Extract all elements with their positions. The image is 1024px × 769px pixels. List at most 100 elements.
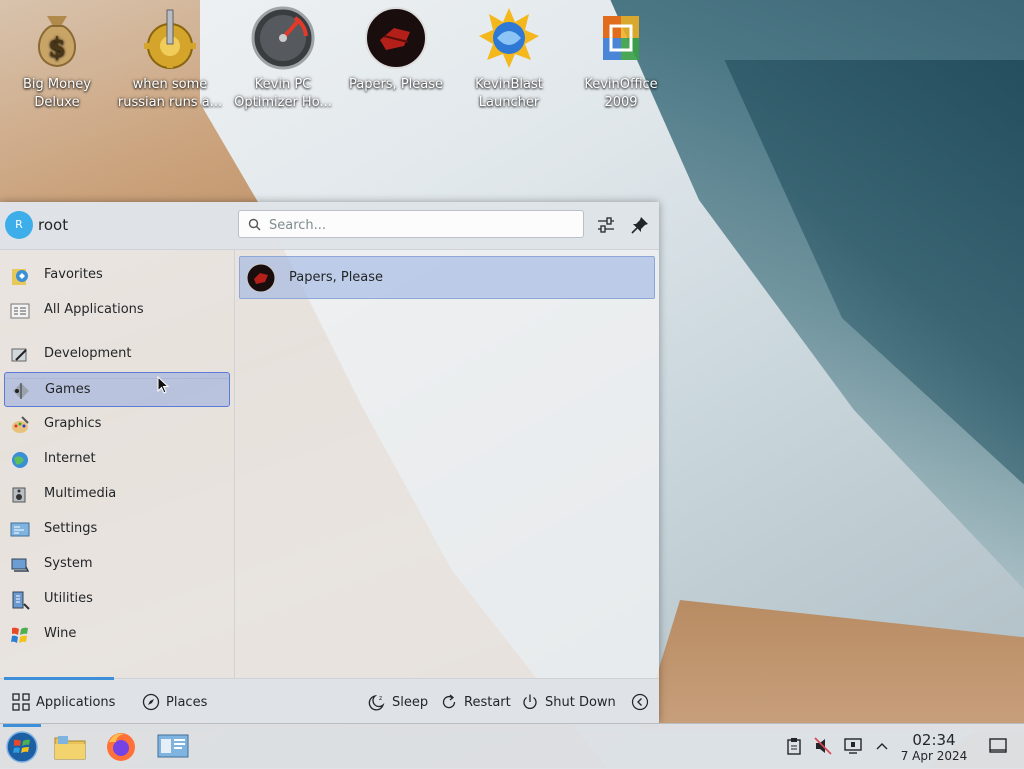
- settings-icon: [10, 522, 30, 537]
- category-multimedia[interactable]: Multimedia: [4, 477, 230, 512]
- taskbar-file-manager[interactable]: [53, 730, 87, 764]
- windows-orb-icon: [6, 731, 38, 763]
- desktop-icon-papers-please[interactable]: Papers, Please: [341, 6, 451, 94]
- username: root: [38, 216, 69, 234]
- desktop-icon-russian[interactable]: when some russian runs a...: [115, 6, 225, 112]
- result-label: Papers, Please: [289, 270, 384, 285]
- folder-icon: [54, 736, 86, 760]
- volume-muted-icon: [814, 737, 832, 755]
- svg-text:$: $: [48, 33, 66, 63]
- show-desktop-icon: [989, 738, 1007, 753]
- category-label: Wine: [44, 626, 77, 641]
- games-icon: [13, 383, 29, 399]
- search-icon: [248, 218, 261, 231]
- category-label: Favorites: [44, 267, 103, 282]
- action-label: Restart: [464, 694, 511, 710]
- chevron-left-icon: [631, 693, 649, 711]
- desktop-icon-kevinblast[interactable]: KevinBlast Launcher: [454, 6, 564, 112]
- category-graphics[interactable]: Graphics: [4, 407, 230, 442]
- tab-label: Places: [166, 694, 208, 710]
- category-label: All Applications: [44, 302, 144, 317]
- clipboard-icon: [787, 738, 801, 755]
- gear-joystick-icon: [144, 9, 196, 69]
- result-item-papers-please[interactable]: Papers, Please: [239, 256, 655, 299]
- active-task-indicator: [3, 724, 41, 727]
- launcher-header: R root: [0, 202, 659, 250]
- internet-icon: [12, 452, 28, 468]
- category-label: Utilities: [44, 591, 93, 606]
- multimedia-icon: [12, 487, 26, 503]
- desktop-icon-kevinoffice[interactable]: KevinOffice 2009: [566, 6, 676, 112]
- category-settings[interactable]: Settings: [4, 512, 230, 547]
- search-box[interactable]: [238, 210, 584, 238]
- clock-date: 7 Apr 2024: [900, 749, 968, 763]
- speedometer-icon: [251, 6, 315, 70]
- clock-time: 02:34: [912, 731, 956, 749]
- volume-tray-button[interactable]: [813, 736, 833, 756]
- category-all-applications[interactable]: All Applications: [4, 293, 230, 328]
- taskbar-system-settings[interactable]: [156, 730, 190, 764]
- active-tab-indicator: [4, 677, 114, 680]
- desktop-icon-label: Kevin PC Optimizer Ho...: [234, 77, 332, 110]
- development-icon: [11, 348, 27, 362]
- category-label: Internet: [44, 451, 96, 466]
- all-apps-icon: [10, 303, 30, 319]
- sleep-button[interactable]: z Sleep: [368, 691, 428, 713]
- results-panel: Papers, Please: [235, 250, 659, 678]
- grid-icon: [12, 693, 30, 711]
- svg-text:z: z: [379, 695, 382, 702]
- more-actions-button[interactable]: [631, 691, 655, 713]
- configure-button[interactable]: [595, 214, 617, 236]
- tab-applications[interactable]: Applications: [12, 691, 115, 713]
- show-hidden-icons-button[interactable]: [872, 736, 892, 756]
- desktop-icon-label: Papers, Please: [348, 77, 444, 92]
- firefox-icon: [107, 733, 135, 761]
- papers-please-icon: [365, 7, 427, 69]
- display-tray-button[interactable]: [843, 736, 863, 756]
- category-label: Development: [44, 346, 132, 361]
- desktop-icon-big-money[interactable]: $ Big Money Deluxe: [2, 6, 112, 112]
- taskbar-firefox[interactable]: [104, 730, 138, 764]
- category-label: Settings: [44, 521, 98, 536]
- digital-clock[interactable]: 02:34 7 Apr 2024: [895, 732, 973, 764]
- desktop-icon-label: when some russian runs a...: [117, 77, 223, 110]
- desktop-icon-label: KevinOffice 2009: [584, 77, 658, 110]
- compass-icon: [142, 693, 160, 711]
- restart-button[interactable]: Restart: [440, 691, 511, 713]
- avatar[interactable]: R: [5, 211, 33, 239]
- papers-please-icon: [246, 263, 276, 293]
- show-desktop-button[interactable]: [988, 736, 1008, 756]
- graphics-icon: [12, 416, 29, 433]
- taskbar: 02:34 7 Apr 2024: [0, 723, 1024, 769]
- wine-icon: [11, 627, 28, 643]
- action-label: Shut Down: [545, 694, 616, 710]
- clipboard-tray-button[interactable]: [784, 736, 804, 756]
- category-games[interactable]: Games: [4, 372, 230, 407]
- category-label: Games: [45, 382, 91, 397]
- category-label: Multimedia: [44, 486, 117, 501]
- category-utilities[interactable]: Utilities: [4, 582, 230, 617]
- favorites-icon: [12, 269, 28, 285]
- sliders-icon: [598, 217, 614, 233]
- category-internet[interactable]: Internet: [4, 442, 230, 477]
- kevinblast-icon: [479, 8, 539, 68]
- desktop-icon-label: KevinBlast Launcher: [475, 77, 543, 110]
- office-icon: [603, 16, 639, 60]
- category-favorites[interactable]: Favorites: [4, 258, 230, 293]
- power-icon: [523, 694, 537, 709]
- chevron-up-icon: [876, 743, 888, 750]
- shutdown-button[interactable]: Shut Down: [521, 691, 616, 713]
- tab-places[interactable]: Places: [142, 691, 207, 713]
- tab-label: Applications: [36, 694, 116, 710]
- display-icon: [844, 738, 862, 754]
- money-bag-icon: $: [38, 16, 76, 68]
- category-development[interactable]: Development: [4, 337, 230, 372]
- search-input[interactable]: [267, 214, 571, 236]
- category-wine[interactable]: Wine: [4, 617, 230, 652]
- category-label: System: [44, 556, 93, 571]
- pin-button[interactable]: [629, 214, 651, 236]
- start-menu-button[interactable]: [5, 730, 39, 764]
- desktop-icon-kevin-pc-optimizer[interactable]: Kevin PC Optimizer Ho...: [228, 6, 338, 112]
- category-system[interactable]: System: [4, 547, 230, 582]
- category-label: Graphics: [44, 416, 102, 431]
